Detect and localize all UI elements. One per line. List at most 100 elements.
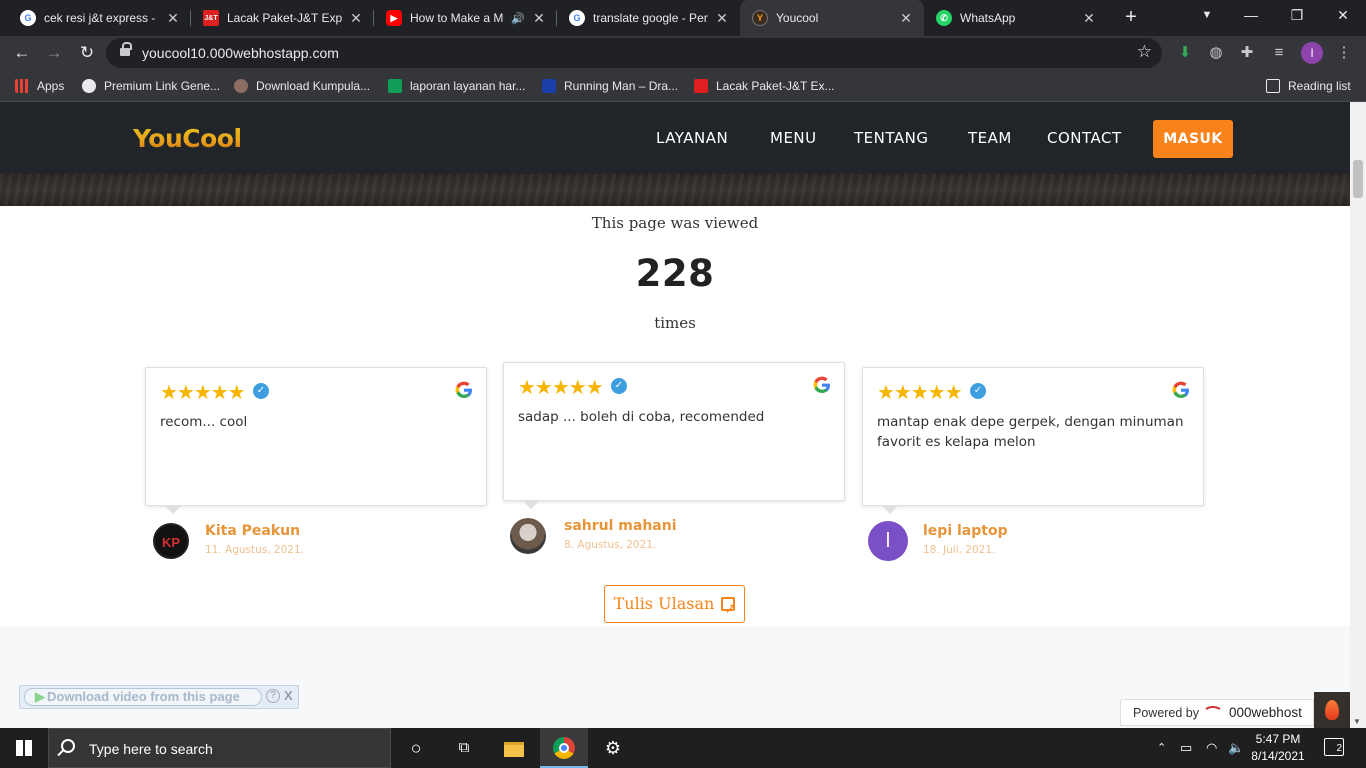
tab-cek-resi[interactable]: G cek resi j&t express - P ✕	[8, 0, 191, 36]
scrollbar-thumb[interactable]	[1353, 160, 1363, 198]
tab-lacak-paket[interactable]: J&T Lacak Paket-J&T Expre ✕	[191, 0, 374, 36]
site-logo[interactable]: YouCool	[133, 124, 242, 153]
chrome-taskbar-icon[interactable]	[540, 728, 588, 768]
nav-layanan[interactable]: LAYANAN	[656, 129, 728, 147]
write-review-button[interactable]: Tulis Ulasan	[604, 585, 745, 627]
scroll-down-arrow-icon[interactable]: ▼	[1353, 717, 1361, 726]
google-logo-icon	[813, 376, 830, 393]
google-icon: G	[20, 10, 36, 26]
view-counter-lead: This page was viewed	[591, 214, 759, 232]
view-counter-number: 228	[635, 252, 715, 295]
tab-youcool[interactable]: Y Youcool ✕	[740, 0, 924, 36]
address-bar[interactable]: youcool10.000webhostapp.com ☆	[106, 38, 1162, 68]
download-video-bar: ▶ Download video from this page ? X	[19, 685, 299, 709]
tab-title: WhatsApp	[960, 11, 1016, 25]
profile-avatar[interactable]: I	[1301, 42, 1323, 64]
minimize-button[interactable]: —	[1228, 0, 1274, 32]
restore-button[interactable]: ❐	[1274, 0, 1320, 32]
runningman-icon	[542, 79, 556, 93]
nav-team[interactable]: TEAM	[968, 129, 1012, 147]
review-card: ★★★★★ ✓ recom... cool	[145, 367, 487, 514]
windows-start-icon[interactable]	[16, 740, 32, 756]
page-scrollbar[interactable]: ▼	[1350, 102, 1366, 728]
close-tab-icon[interactable]: ✕	[714, 10, 730, 27]
notification-center-icon[interactable]: 2	[1324, 738, 1344, 756]
bookmark-lacak-paket[interactable]: Lacak Paket-J&T Ex...	[694, 77, 835, 95]
jt-icon: J&T	[203, 10, 219, 26]
close-icon[interactable]: X	[284, 688, 293, 703]
webhost-flame-button[interactable]	[1314, 692, 1350, 728]
bookmark-premium-link[interactable]: Premium Link Gene...	[82, 77, 220, 95]
taskbar-clock[interactable]: 5:47 PM 8/14/2021	[1246, 731, 1310, 765]
google-icon: G	[569, 10, 585, 26]
globe-extension-icon[interactable]: ◍	[1205, 42, 1227, 64]
new-tab-button[interactable]: +	[1119, 6, 1143, 30]
google-logo-icon	[455, 381, 472, 398]
taskbar-search[interactable]: Type here to search	[48, 728, 391, 768]
verified-check-icon: ✓	[253, 383, 269, 399]
close-tab-icon[interactable]: ✕	[348, 10, 364, 27]
close-tab-icon[interactable]: ✕	[1081, 10, 1097, 27]
globe-icon	[82, 79, 96, 93]
settings-gear-icon[interactable]: ⚙	[589, 728, 637, 768]
bookmark-label: Download Kumpula...	[256, 79, 371, 93]
speaker-icon[interactable]: 🔊	[511, 12, 525, 25]
tab-youtube[interactable]: ▶ How to Make a M 🔊 ✕	[374, 0, 557, 36]
webhost-logo-icon	[1203, 706, 1224, 720]
close-tab-icon[interactable]: ✕	[531, 10, 547, 27]
extensions-puzzle-icon[interactable]: ✚	[1236, 42, 1258, 64]
download-video-button[interactable]: ▶ Download video from this page	[24, 688, 262, 706]
flame-icon	[1325, 700, 1339, 720]
reading-list-label: Reading list	[1288, 79, 1351, 93]
bookmark-download-kumpulan[interactable]: Download Kumpula...	[234, 77, 370, 95]
nav-tentang[interactable]: TENTANG	[854, 129, 928, 147]
menu-kebab-icon[interactable]: ⋮	[1333, 42, 1355, 64]
reload-button[interactable]: ↻	[74, 40, 100, 66]
review-date: 11. Agustus, 2021.	[205, 544, 304, 556]
media-control-icon[interactable]: ≡	[1268, 42, 1290, 64]
download-extension-icon[interactable]: ⬇	[1174, 42, 1196, 64]
close-tab-icon[interactable]: ✕	[165, 10, 181, 27]
tab-translate[interactable]: G translate google - Pen ✕	[557, 0, 740, 36]
clock-date: 8/14/2021	[1251, 749, 1305, 763]
volume-icon[interactable]: 🔈	[1228, 728, 1244, 768]
nav-menu[interactable]: MENU	[770, 129, 817, 147]
reviewer-name[interactable]: lepi laptop	[923, 523, 1008, 539]
bookmark-apps[interactable]: Apps	[15, 77, 64, 95]
close-tab-icon[interactable]: ✕	[898, 10, 914, 27]
wifi-icon[interactable]: ◠	[1206, 728, 1217, 768]
bookmark-running-man[interactable]: Running Man – Dra...	[542, 77, 678, 95]
battery-icon[interactable]: ▭	[1180, 728, 1192, 768]
download-video-label: Download video from this page	[47, 689, 240, 704]
url-text[interactable]: youcool10.000webhostapp.com	[142, 45, 339, 61]
taskbar-search-placeholder: Type here to search	[89, 741, 213, 757]
tab-search-icon[interactable]: ▼	[1184, 0, 1230, 32]
tab-whatsapp[interactable]: ✆ WhatsApp ✕	[924, 0, 1107, 36]
five-star-rating: ★★★★★	[877, 382, 963, 404]
reviewer-name[interactable]: sahrul mahani	[564, 518, 677, 534]
tray-overflow-chevron-icon[interactable]: ⌃	[1157, 728, 1166, 768]
bookmark-star-icon[interactable]: ☆	[1137, 42, 1152, 62]
reading-list-button[interactable]: Reading list	[1266, 77, 1351, 95]
file-explorer-icon[interactable]	[490, 728, 538, 768]
bookmark-label: Apps	[37, 79, 65, 93]
forward-button[interactable]: →	[41, 40, 67, 66]
external-link-icon	[721, 591, 736, 627]
view-counter-tail: times	[654, 314, 696, 332]
page-viewport: YouCool LAYANAN MENU TENTANG TEAM CONTAC…	[0, 102, 1350, 728]
help-icon[interactable]: ?	[266, 689, 280, 703]
back-button[interactable]: ←	[9, 40, 35, 66]
powered-by-badge[interactable]: Powered by 000webhost	[1120, 699, 1314, 726]
write-review-label: Tulis Ulasan	[613, 594, 715, 613]
lock-icon[interactable]	[120, 42, 132, 58]
bookmark-laporan[interactable]: laporan layanan har...	[388, 77, 525, 95]
cortana-icon[interactable]: ○	[392, 728, 440, 768]
tab-title: Lacak Paket-J&T Expre	[227, 11, 342, 25]
close-window-button[interactable]: ✕	[1320, 0, 1366, 32]
whatsapp-icon: ✆	[936, 10, 952, 26]
task-view-icon[interactable]: ⧉	[440, 728, 488, 768]
login-button[interactable]: MASUK	[1153, 120, 1233, 158]
reviewer-name[interactable]: Kita Peakun	[205, 523, 300, 539]
reviewer-avatar: KP	[153, 523, 189, 559]
nav-contact[interactable]: CONTACT	[1047, 129, 1122, 147]
